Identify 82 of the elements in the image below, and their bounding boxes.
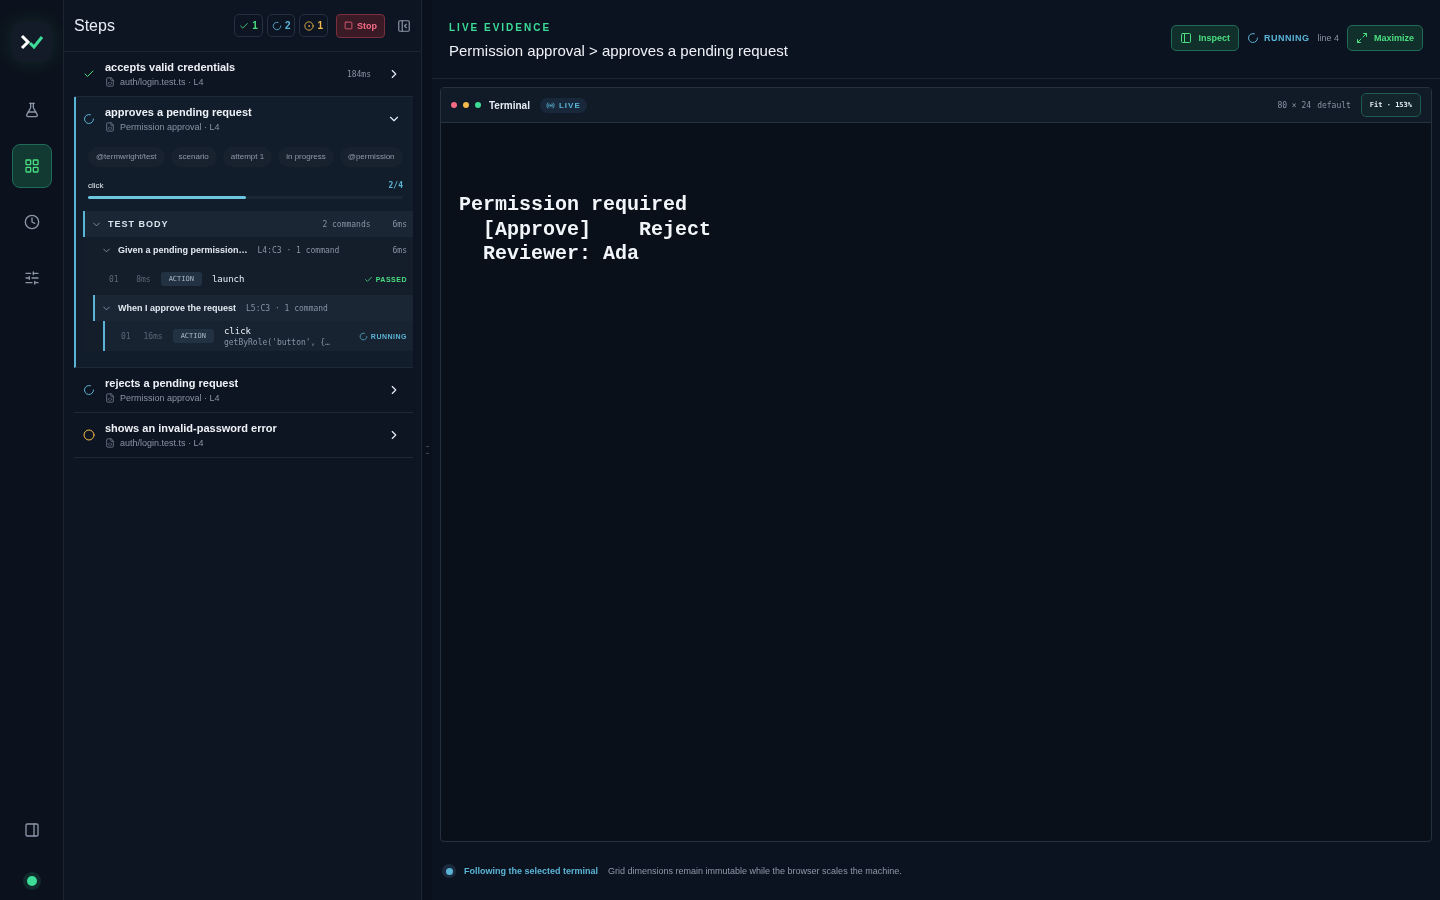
section-label: LIVE EVIDENCE	[449, 22, 553, 33]
step-title: Given a pending permission…	[118, 245, 248, 255]
section-title: TEST BODY	[108, 219, 170, 229]
test-title: approves a pending request	[105, 106, 253, 118]
status-dot	[442, 864, 456, 878]
test-location: auth/login.test.ts · L4	[120, 77, 204, 87]
line-number: line 4	[1317, 33, 1339, 43]
count-badge: 1	[234, 14, 263, 37]
window-dot	[475, 102, 481, 108]
panel-icon	[23, 822, 40, 838]
command-detail: getByRole('button', {…	[223, 337, 331, 347]
collapse-panel-icon	[397, 18, 411, 33]
terminal-title: Terminal	[489, 99, 530, 111]
target-icon	[304, 20, 315, 31]
file-code-icon	[105, 77, 115, 87]
terminal-line: [Approve] Reject	[482, 217, 713, 242]
file-code-icon	[105, 393, 115, 403]
test-title: rejects a pending request	[105, 377, 240, 389]
sliders-icon	[23, 270, 40, 286]
step-meta: L4:C3 · 1 command	[257, 245, 341, 255]
progress-count: 2/4	[388, 181, 403, 190]
run-status: RUNNING	[1263, 33, 1310, 43]
command-index: 01	[121, 331, 131, 341]
breadcrumb: Permission approval > approves a pending request	[449, 42, 788, 59]
step-meta: L5:C3 · 1 command	[246, 303, 329, 313]
test-location: Permission approval · L4	[120, 122, 220, 132]
test-location: auth/login.test.ts · L4	[120, 438, 204, 448]
terminal-line: Reviewer: Ada	[482, 242, 641, 267]
file-code-icon	[105, 438, 115, 448]
clock-icon	[23, 214, 40, 230]
maximize-icon	[1355, 32, 1368, 44]
inspect-button[interactable]: Inspect	[1171, 25, 1239, 51]
count-badge: 2	[266, 14, 296, 37]
test-item[interactable]	[74, 97, 413, 368]
terminal-line: Permission required	[459, 193, 689, 218]
command-index: 01	[109, 274, 119, 284]
grid-icon	[23, 158, 40, 174]
command-name: click	[223, 325, 253, 336]
window-dot	[463, 102, 469, 108]
test-item[interactable]: shows an invalid-password error auth/login.test.ts · L4	[74, 413, 413, 458]
test-title: accepts valid credentials	[105, 61, 237, 73]
follow-status: Following the selected terminal	[464, 866, 599, 876]
check-icon	[239, 20, 250, 31]
command-count: 2 commands	[322, 219, 371, 229]
live-badge: LIVE	[539, 97, 587, 113]
section-header[interactable]: TEST BODY 2 commands 6ms	[83, 211, 413, 237]
app-logo	[11, 22, 52, 62]
spinner-icon	[271, 20, 282, 31]
progress-label: click	[88, 181, 104, 190]
tag: attempt 1	[222, 147, 273, 167]
grid-size: 80 × 24	[1277, 100, 1312, 110]
test-item[interactable]: rejects a pending request Permission approval · L4	[74, 368, 413, 413]
tag: in progress	[278, 147, 334, 167]
panel-toggle-button[interactable]	[23, 822, 40, 838]
panel-title: Steps	[74, 16, 116, 35]
test-location: Permission approval · L4	[120, 393, 220, 403]
maximize-button[interactable]: Maximize	[1346, 25, 1423, 51]
spinner-icon	[1246, 32, 1259, 44]
tag: @permission	[339, 147, 403, 167]
stop-button[interactable]: Stop	[336, 13, 385, 38]
tag: scenario	[170, 147, 217, 167]
test-title: shows an invalid-password error	[105, 422, 278, 434]
stop-icon	[344, 21, 353, 30]
step-header[interactable]: When I approve the request L5:C3 · 1 command	[93, 295, 413, 321]
theme-name: default	[1317, 100, 1351, 110]
panel-icon	[1180, 32, 1193, 44]
step-title: When I approve the request	[118, 303, 237, 313]
file-code-icon	[105, 122, 115, 132]
spinner-icon	[358, 331, 368, 341]
flask-icon	[23, 102, 40, 118]
test-duration: 184ms	[346, 69, 371, 79]
tag: @termwright/test	[88, 147, 165, 167]
command-duration: 16ms	[142, 331, 163, 341]
command-name: launch	[211, 274, 246, 284]
nav-button[interactable]	[11, 144, 52, 188]
window-dot	[451, 102, 457, 108]
step-duration: 6ms	[392, 245, 407, 255]
footer-note: Grid dimensions remain immutable while the browser scales the machine.	[608, 866, 902, 876]
command-duration: 8ms	[135, 274, 151, 284]
check-icon	[363, 274, 373, 284]
count-badge: 1	[299, 14, 328, 37]
section-duration: 6ms	[392, 219, 407, 229]
